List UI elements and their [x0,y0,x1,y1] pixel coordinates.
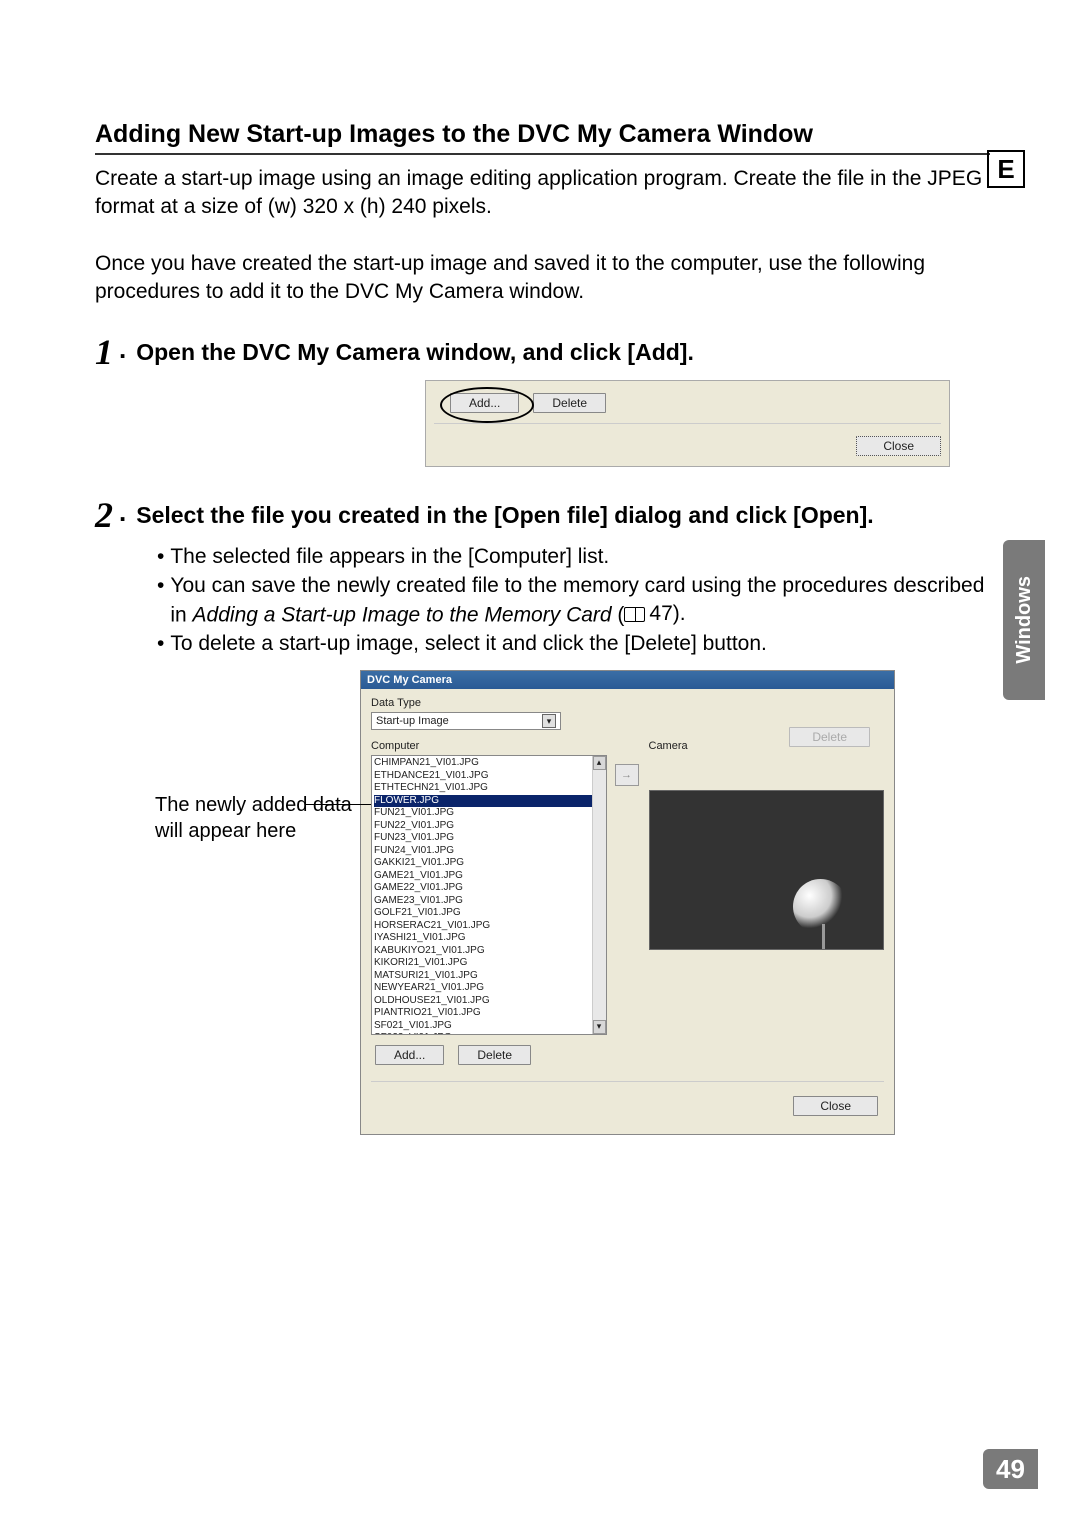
bullet-list: • The selected file appears in the [Comp… [95,543,990,658]
list-item[interactable]: MATSURI21_VI01.JPG [374,970,604,983]
list-item[interactable]: SF021_VI01.JPG [374,1020,604,1033]
dvc-my-camera-window: DVC My Camera Data Type Start-up Image ▾… [360,670,895,1135]
add-button-bottom[interactable]: Add... [375,1045,444,1065]
list-item[interactable]: FUN23_VI01.JPG [374,832,604,845]
bullet-3-text: To delete a start-up image, select it an… [170,630,767,658]
step-2-dot: . [119,497,126,528]
list-item[interactable]: GAKKI21_VI01.JPG [374,857,604,870]
list-item[interactable]: FLOWER.JPG [374,795,604,808]
page-number: 49 [983,1449,1038,1489]
bullet-2: • You can save the newly created file to… [157,572,990,630]
step-1: 1 . Open the DVC My Camera window, and c… [95,334,990,370]
section-title: Adding New Start-up Images to the DVC My… [95,120,990,155]
transfer-right-button[interactable]: → [615,764,639,786]
book-icon [624,607,645,622]
list-item[interactable]: ETHTECHN21_VI01.JPG [374,782,604,795]
dropdown-arrow-icon: ▾ [542,714,556,728]
preview-flower-icon [793,879,848,934]
bullet-dot: • [157,572,164,600]
list-item[interactable]: FUN22_VI01.JPG [374,820,604,833]
delete-button-top[interactable]: Delete [533,393,606,413]
add-button-circled: Add... [450,393,519,413]
list-item[interactable]: KIKORI21_VI01.JPG [374,957,604,970]
list-item[interactable]: IYASHI21_VI01.JPG [374,932,604,945]
intro-paragraph-1: Create a start-up image using an image e… [95,165,990,222]
scroll-down-icon[interactable]: ▾ [593,1020,606,1034]
section-letter-badge: E [987,150,1025,188]
list-item[interactable]: NEWYEAR21_VI01.JPG [374,982,604,995]
step-1-number: 1 [95,334,113,370]
bullet-1: • The selected file appears in the [Comp… [157,543,990,571]
list-item[interactable]: SF023_VI01.JPG [374,1032,604,1035]
bullet-3: • To delete a start-up image, select it … [157,630,990,658]
data-type-select[interactable]: Start-up Image ▾ [371,712,561,730]
list-item[interactable]: FUN21_VI01.JPG [374,807,604,820]
data-type-value: Start-up Image [376,715,449,727]
step-1-dot: . [119,334,126,365]
bullet-2-text: You can save the newly created file to t… [170,572,990,630]
computer-listbox[interactable]: ▴ ▾ CHIMPAN21_VI01.JPGETHDANCE21_VI01.JP… [371,755,607,1035]
list-item[interactable]: OLDHOUSE21_VI01.JPG [374,995,604,1008]
side-tab-text: Windows [1013,576,1036,664]
bullet-dot: • [157,543,164,571]
list-item[interactable]: CHIMPAN21_VI01.JPG [374,757,604,770]
add-button[interactable]: Add... [450,393,519,413]
computer-label: Computer [371,740,607,752]
scroll-up-icon[interactable]: ▴ [593,756,606,770]
delete-button-bottom[interactable]: Delete [458,1045,531,1065]
annotation-text: The newly added data will appear here [95,670,360,1135]
list-item[interactable]: HORSERAC21_VI01.JPG [374,920,604,933]
close-button-bottom[interactable]: Close [793,1096,878,1116]
step-2-text: Select the file you created in the [Open… [136,497,873,531]
list-item[interactable]: GOLF21_VI01.JPG [374,907,604,920]
list-item[interactable]: GAME21_VI01.JPG [374,870,604,883]
bullet-dot: • [157,630,164,658]
scrollbar[interactable]: ▴ ▾ [592,756,606,1034]
step-2: 2 . Select the file you created in the [… [95,497,990,533]
image-preview [649,790,885,950]
side-tab: Windows [1003,540,1045,700]
data-type-label: Data Type [371,697,884,709]
list-item[interactable]: FUN24_VI01.JPG [374,845,604,858]
window-titlebar: DVC My Camera [361,671,894,689]
list-item[interactable]: GAME23_VI01.JPG [374,895,604,908]
step-2-number: 2 [95,497,113,533]
list-item[interactable]: GAME22_VI01.JPG [374,882,604,895]
delete-button-camera: Delete [789,727,870,747]
list-item[interactable]: ETHDANCE21_VI01.JPG [374,770,604,783]
screenshot-add-delete-strip: Add... Delete Close [425,380,950,467]
bullet-1-text: The selected file appears in the [Comput… [170,543,609,571]
step-1-text: Open the DVC My Camera window, and click… [136,334,694,368]
intro-paragraph-2: Once you have created the start-up image… [95,250,990,307]
list-item[interactable]: PIANTRIO21_VI01.JPG [374,1007,604,1020]
list-item[interactable]: KABUKIYO21_VI01.JPG [374,945,604,958]
close-button-top[interactable]: Close [856,436,941,456]
